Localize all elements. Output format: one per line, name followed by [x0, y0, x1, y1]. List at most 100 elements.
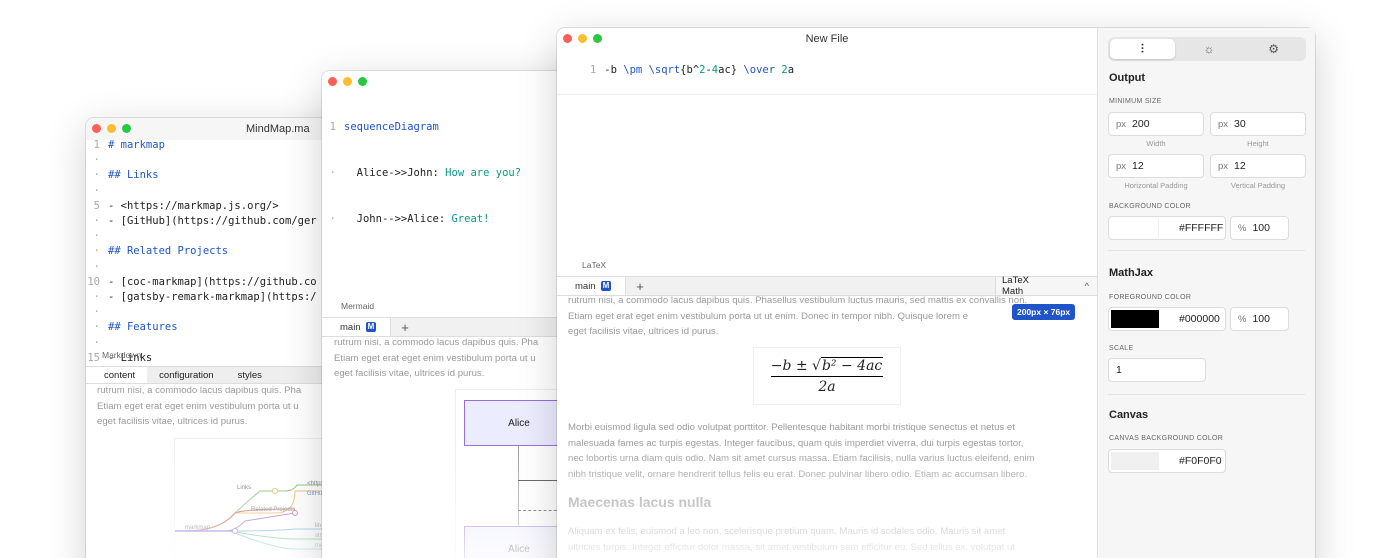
latex-preview-text-2: Morbi euismod ligula sed odio volutpat p…: [568, 420, 1098, 482]
scale-label: SCALE: [1109, 345, 1134, 352]
latex-preview-text-3: Aliquam ex felis, euismod a leo non, sce…: [568, 524, 1098, 555]
map-node: Related Projects: [251, 507, 295, 513]
size-badge: 200px × 76px: [1012, 304, 1076, 320]
tab-main[interactable]: main M: [322, 318, 392, 336]
formula-part: −b ±: [770, 357, 813, 374]
preview-line: nec lobortis urna diam quis odio. Nam si…: [568, 453, 1035, 464]
divider: [1108, 250, 1305, 251]
width-input[interactable]: px 200: [1108, 112, 1204, 136]
fg-alpha-value: 100: [1252, 313, 1270, 325]
line-number: 1: [329, 121, 336, 134]
scale-input[interactable]: 1: [1108, 358, 1206, 382]
divider: [1108, 394, 1305, 395]
window-controls: [328, 77, 367, 86]
map-node: GitHu: [307, 491, 322, 497]
formula-preview[interactable]: −b ± √b² − 4ac 2a: [754, 348, 900, 404]
map-node: Links: [237, 485, 251, 491]
editor-language-label: Mermaid: [341, 301, 375, 311]
preview-line: malesuada fames ac turpis egestas. Integ…: [568, 437, 1024, 449]
sliders-icon[interactable]: ⫶: [1110, 39, 1175, 59]
line-number: 1: [589, 64, 597, 77]
min-size-label: MINIMUM SIZE: [1109, 98, 1162, 105]
code-line: ·: [86, 260, 317, 275]
preview-line: ultricies turpis. Integer efficitur dolo…: [568, 541, 1016, 553]
vpad-value: 12: [1234, 160, 1246, 172]
percent-label: %: [1238, 222, 1247, 234]
background-alpha-input[interactable]: % 100: [1230, 216, 1289, 240]
code-command: \over: [743, 64, 782, 77]
lightbulb-icon[interactable]: ☼: [1177, 37, 1242, 61]
code-string: How are you?: [445, 167, 522, 180]
mindmap-preview-text: rutrum nisi, a commodo lacus dapibus qui…: [97, 383, 301, 430]
code-line: ·: [86, 305, 317, 320]
mermaid-editor[interactable]: 1 sequenceDiagram · Alice->>John: How are…: [322, 90, 521, 257]
code-line: ·: [86, 153, 317, 168]
height-value: 30: [1234, 118, 1246, 130]
map-node: lin: [315, 523, 321, 529]
code-text: - [GitHub](https://github.com/ger: [108, 215, 317, 228]
minimize-button[interactable]: [107, 124, 116, 133]
code-line: ·: [86, 336, 317, 351]
window-controls: [92, 124, 131, 133]
foreground-color-picker[interactable]: #000000: [1108, 307, 1226, 331]
unit-label: px: [1218, 160, 1229, 172]
section-title-canvas: Canvas: [1109, 409, 1149, 421]
map-node: str: [315, 533, 322, 539]
code-text: John-->>Alice:: [356, 212, 452, 225]
tab-configuration[interactable]: configuration: [147, 370, 225, 381]
preview-line: eget facilisis vitae, ultrices id purus.: [97, 416, 248, 427]
line-number: ·: [93, 184, 100, 197]
code-text: ## Features: [108, 321, 178, 334]
minimize-button[interactable]: [343, 77, 352, 86]
close-button[interactable]: [328, 77, 337, 86]
bg-hex-value: #FFFFFF: [1179, 222, 1224, 234]
line-number: ·: [93, 291, 100, 304]
zoom-button[interactable]: [122, 124, 131, 133]
code-line: 5 - <https://markmap.js.org/>: [86, 199, 317, 214]
tab-label: main: [340, 321, 361, 333]
line-number: ·: [93, 245, 100, 258]
preview-line: Aliquam ex felis, euismod a leo non, sce…: [568, 526, 1006, 537]
editor-language-label: Markdown: [102, 350, 142, 360]
markdown-badge-icon: M: [365, 322, 377, 332]
preview-line: nibh tristique velit, ornare hendrerit t…: [568, 468, 1028, 480]
line-number: 5: [93, 199, 100, 212]
code-text: - [gatsby-remark-markmap](https:/: [108, 291, 317, 304]
tab-styles[interactable]: styles: [226, 370, 274, 381]
tab-content[interactable]: content: [86, 367, 148, 383]
unit-label: px: [1218, 118, 1229, 130]
puzzle-icon[interactable]: ⚙: [1241, 37, 1306, 61]
map-node: markmap: [185, 525, 211, 531]
markdown-badge-icon: M: [600, 281, 612, 291]
percent-label: %: [1238, 313, 1247, 325]
canvas-color-picker[interactable]: #F0F0F0: [1108, 449, 1226, 473]
horizontal-padding-input[interactable]: px 12: [1108, 154, 1204, 178]
code-text: Alice->>John:: [356, 167, 446, 180]
background-color-picker[interactable]: #FFFFFF: [1108, 216, 1226, 240]
code-command: \sqrt: [648, 64, 681, 77]
bg-color-label: BACKGROUND COLOR: [1109, 203, 1191, 210]
latex-editor[interactable]: 1 -b \pm \sqrt{b^2-4ac} \over 2a: [557, 48, 1097, 95]
preview-line: eget facilisis vitae, ultrices id purus.: [334, 368, 485, 379]
tab-label: main: [575, 280, 596, 292]
fg-color-label: FOREGROUND COLOR: [1109, 294, 1192, 301]
panel-segmented-control: ⫶ ☼ ⚙: [1108, 37, 1306, 61]
foreground-alpha-input[interactable]: % 100: [1230, 307, 1289, 331]
add-tab-button[interactable]: +: [391, 320, 419, 335]
color-swatch: [1111, 310, 1159, 328]
code-text: - [coc-markmap](https://github.co: [108, 275, 317, 288]
unit-label: px: [1116, 118, 1127, 130]
preview-line: Etiam eget erat eget enim vestibulum por…: [97, 400, 299, 412]
code-command: \pm: [623, 64, 649, 77]
height-input[interactable]: px 30: [1210, 112, 1306, 136]
height-caption: Height: [1247, 139, 1269, 148]
formula-numerator: −b ± √b² − 4ac: [770, 356, 884, 374]
markdown-editor[interactable]: 1 # markmap · · ## Links · 5 - <https://markmap…: [86, 138, 317, 366]
code-text: # markmap: [108, 139, 165, 151]
line-number: 10: [87, 275, 100, 288]
vertical-padding-input[interactable]: px 12: [1210, 154, 1306, 178]
close-button[interactable]: [92, 124, 101, 133]
zoom-button[interactable]: [358, 77, 367, 86]
formula-denominator: 2a: [818, 378, 836, 395]
add-tab-button[interactable]: +: [626, 279, 654, 294]
